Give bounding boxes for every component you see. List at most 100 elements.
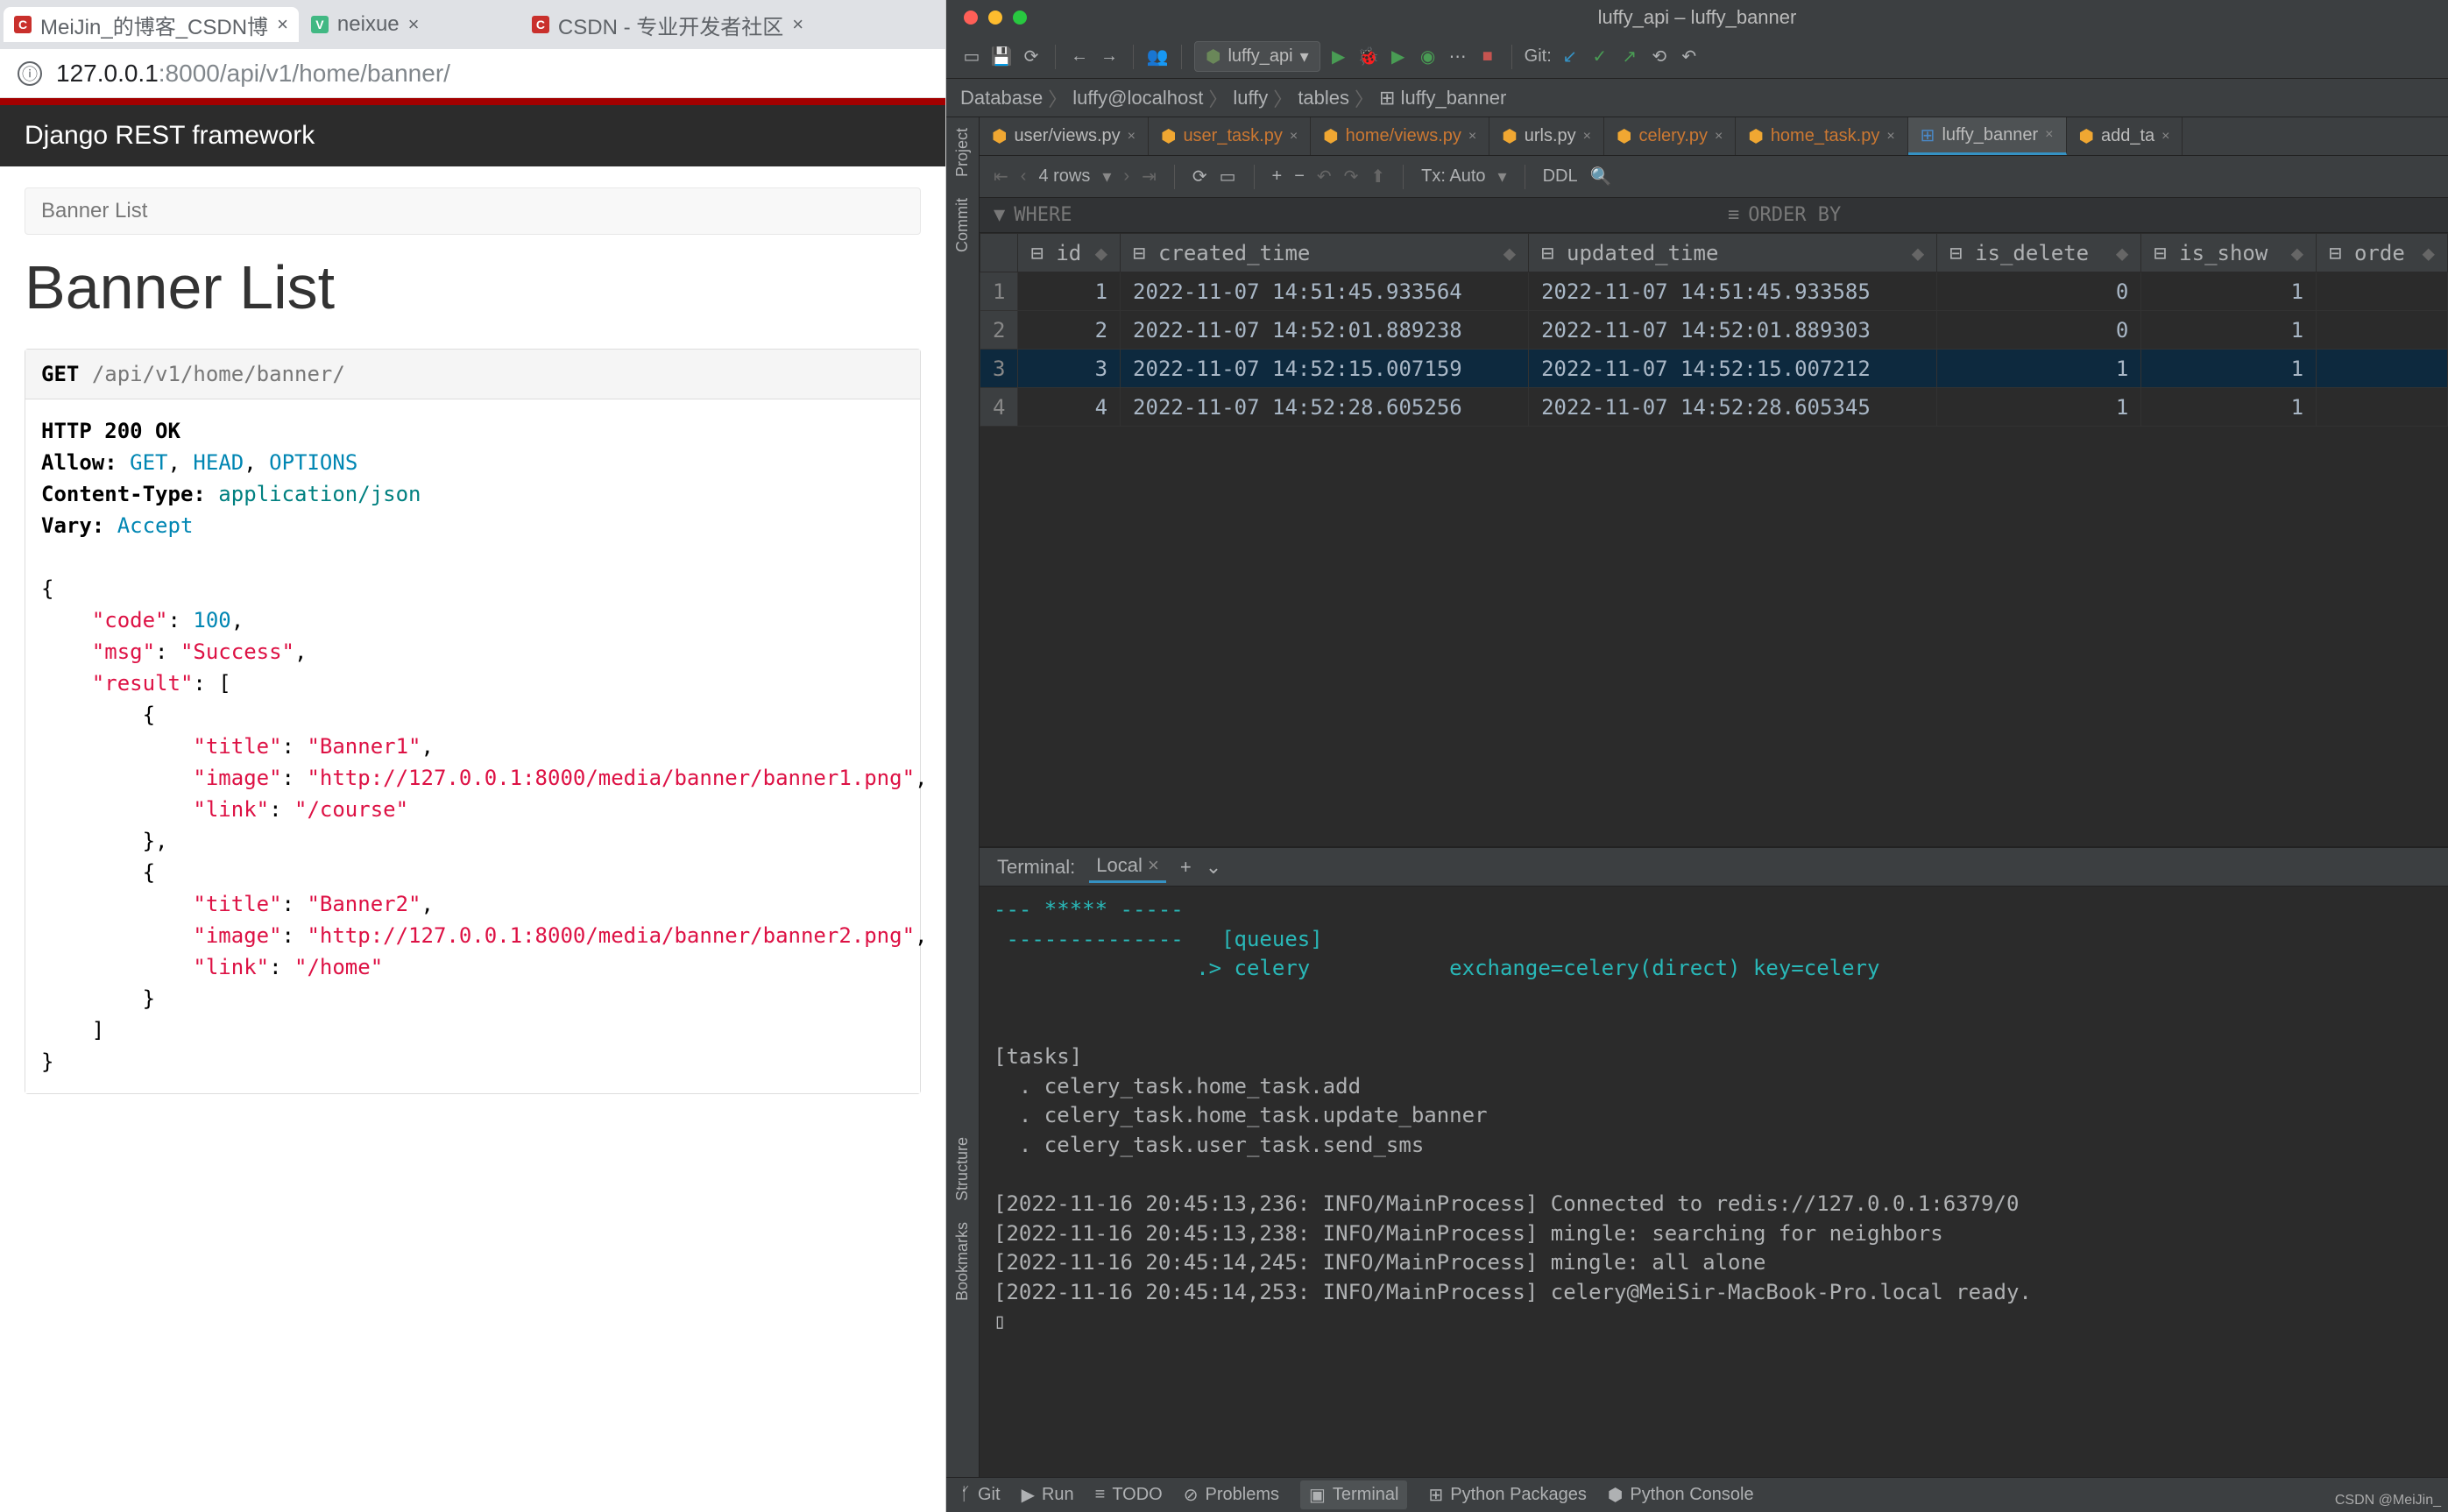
status-tool-problems[interactable]: ⊘Problems (1184, 1484, 1279, 1506)
minimize-window-icon[interactable] (988, 11, 1002, 25)
close-file-icon[interactable]: × (2045, 127, 2053, 143)
git-update-icon[interactable]: ↙ (1559, 46, 1581, 68)
column-header[interactable]: ⊟ created_time◆ (1121, 234, 1529, 272)
close-file-icon[interactable]: × (1128, 129, 1136, 145)
where-input[interactable]: WHERE (1014, 204, 1072, 226)
reload-icon[interactable]: ⟳ (1192, 166, 1207, 187)
tx-mode[interactable]: Tx: Auto (1421, 166, 1485, 187)
stop-query-icon[interactable]: ▭ (1220, 166, 1236, 187)
nav-segment[interactable]: luffy (1233, 87, 1268, 110)
file-tab-name: luffy_banner (1942, 125, 2038, 145)
file-tab[interactable]: ⬢urls.py× (1489, 117, 1604, 155)
sidebar-tool[interactable]: Structure (946, 1127, 979, 1212)
close-file-icon[interactable]: × (1468, 129, 1476, 145)
orderby-input[interactable]: ORDER BY (1748, 204, 1841, 226)
close-window-icon[interactable] (964, 11, 978, 25)
open-icon[interactable]: ▭ (960, 46, 983, 68)
revert-icon[interactable]: ↶ (1317, 166, 1332, 187)
last-page-icon[interactable]: ⇥ (1142, 166, 1157, 187)
nav-segment[interactable]: ⊞ luffy_banner (1379, 87, 1506, 110)
coverage-icon[interactable]: ▶ (1387, 46, 1410, 68)
ddl-button[interactable]: DDL (1543, 166, 1578, 187)
with-me-icon[interactable]: 👥 (1146, 46, 1169, 68)
table-row[interactable]: 442022-11-07 14:52:28.6052562022-11-07 1… (980, 388, 2448, 427)
more-run-icon[interactable]: ⋯ (1447, 46, 1469, 68)
new-terminal-icon[interactable]: + (1180, 856, 1192, 879)
file-tab[interactable]: ⊞luffy_banner× (1908, 117, 2067, 155)
submit-icon[interactable]: ⬆ (1370, 166, 1385, 187)
remove-row-icon[interactable]: − (1294, 166, 1305, 187)
browser-tab[interactable]: CCSDN - 专业开发者社区× (521, 7, 814, 42)
close-file-icon[interactable]: × (1886, 129, 1894, 145)
close-tab-icon[interactable]: × (277, 13, 288, 36)
file-tab[interactable]: ⬢user_task.py× (1149, 117, 1311, 155)
sort-icon[interactable]: ≡ (1728, 204, 1739, 226)
close-tab-icon[interactable]: × (792, 13, 803, 36)
add-row-icon[interactable]: + (1272, 166, 1283, 187)
column-header[interactable]: ⊟ is_delete◆ (1937, 234, 2141, 272)
status-tool-terminal[interactable]: ▣Terminal (1300, 1480, 1407, 1509)
stop-icon[interactable]: ■ (1476, 46, 1499, 68)
git-history-icon[interactable]: ⟲ (1648, 46, 1671, 68)
prev-page-icon[interactable]: ‹ (1021, 166, 1027, 187)
next-page-icon[interactable]: › (1123, 166, 1129, 187)
file-tab[interactable]: ⬢home/views.py× (1311, 117, 1489, 155)
row-count[interactable]: 4 rows (1038, 166, 1090, 187)
file-tab-name: urls.py (1525, 126, 1576, 146)
status-tool-todo[interactable]: ≡TODO (1095, 1485, 1163, 1505)
column-header[interactable]: ⊟ is_show◆ (2141, 234, 2317, 272)
back-icon[interactable]: ← (1068, 46, 1091, 68)
terminal-output[interactable]: --- ***** ----- -------------- [queues] … (980, 887, 2448, 1477)
file-tab[interactable]: ⬢celery.py× (1604, 117, 1736, 155)
file-tab[interactable]: ⬢home_task.py× (1736, 117, 1907, 155)
terminal-menu-icon[interactable]: ⌄ (1206, 856, 1221, 879)
run-icon[interactable]: ▶ (1327, 46, 1350, 68)
sidebar-tool[interactable]: Bookmarks (946, 1212, 979, 1311)
close-file-icon[interactable]: × (1583, 129, 1591, 145)
status-tool-python-console[interactable]: ⬢Python Console (1608, 1484, 1754, 1506)
table-row[interactable]: 112022-11-07 14:51:45.9335642022-11-07 1… (980, 272, 2448, 311)
git-commit-icon[interactable]: ✓ (1588, 46, 1611, 68)
profile-icon[interactable]: ◉ (1417, 46, 1440, 68)
git-push-icon[interactable]: ↗ (1618, 46, 1641, 68)
status-tool-run[interactable]: ▶Run (1022, 1484, 1074, 1506)
nav-segment[interactable]: luffy@localhost (1072, 87, 1203, 110)
nav-segment[interactable]: Database (960, 87, 1043, 110)
address-bar[interactable]: ⓘ 127.0.0.1:8000/api/v1/home/banner/ (0, 49, 945, 98)
site-info-icon[interactable]: ⓘ (18, 61, 42, 86)
browser-tab[interactable]: Vneixue× (301, 7, 520, 42)
status-tool-python-packages[interactable]: ⊞Python Packages (1428, 1484, 1586, 1506)
db-table[interactable]: ⊟ id◆⊟ created_time◆⊟ updated_time◆⊟ is_… (980, 233, 2448, 846)
column-header[interactable]: ⊟ updated_time◆ (1529, 234, 1937, 272)
column-header[interactable]: ⊟ id◆ (1018, 234, 1121, 272)
breadcrumb[interactable]: Banner List (25, 187, 921, 235)
table-row[interactable]: 222022-11-07 14:52:01.8892382022-11-07 1… (980, 311, 2448, 350)
filter-icon[interactable]: ▼ (994, 204, 1005, 226)
page-title: Banner List (25, 252, 921, 322)
debug-icon[interactable]: 🐞 (1357, 46, 1380, 68)
file-tab[interactable]: ⬢user/views.py× (980, 117, 1149, 155)
maximize-window-icon[interactable] (1013, 11, 1027, 25)
terminal-tab[interactable]: Local × (1089, 851, 1166, 883)
framework-title[interactable]: Django REST framework (25, 121, 315, 151)
status-tool-git[interactable]: ᚶGit (960, 1485, 1001, 1505)
sidebar-tool[interactable]: Project (946, 117, 979, 187)
git-rollback-icon[interactable]: ↶ (1678, 46, 1701, 68)
column-header[interactable]: ⊟ orde◆ (2317, 234, 2448, 272)
table-row[interactable]: 332022-11-07 14:52:15.0071592022-11-07 1… (980, 350, 2448, 388)
forward-icon[interactable]: → (1098, 46, 1121, 68)
run-config-select[interactable]: ⬢luffy_api▾ (1194, 41, 1320, 72)
close-file-icon[interactable]: × (1290, 129, 1298, 145)
save-all-icon[interactable]: 💾 (990, 46, 1013, 68)
sync-icon[interactable]: ⟳ (1020, 46, 1043, 68)
close-tab-icon[interactable]: × (408, 13, 420, 36)
first-page-icon[interactable]: ⇤ (994, 166, 1008, 187)
browser-tab[interactable]: CMeiJin_的博客_CSDN博× (4, 7, 299, 42)
commit-icon[interactable]: ↷ (1344, 166, 1359, 187)
file-tab[interactable]: ⬢add_ta× (2067, 117, 2183, 155)
close-file-icon[interactable]: × (1715, 129, 1723, 145)
search-icon[interactable]: 🔍 (1590, 166, 1612, 187)
sidebar-tool[interactable]: Commit (946, 187, 979, 263)
close-file-icon[interactable]: × (2161, 129, 2169, 145)
nav-segment[interactable]: tables (1298, 87, 1349, 110)
